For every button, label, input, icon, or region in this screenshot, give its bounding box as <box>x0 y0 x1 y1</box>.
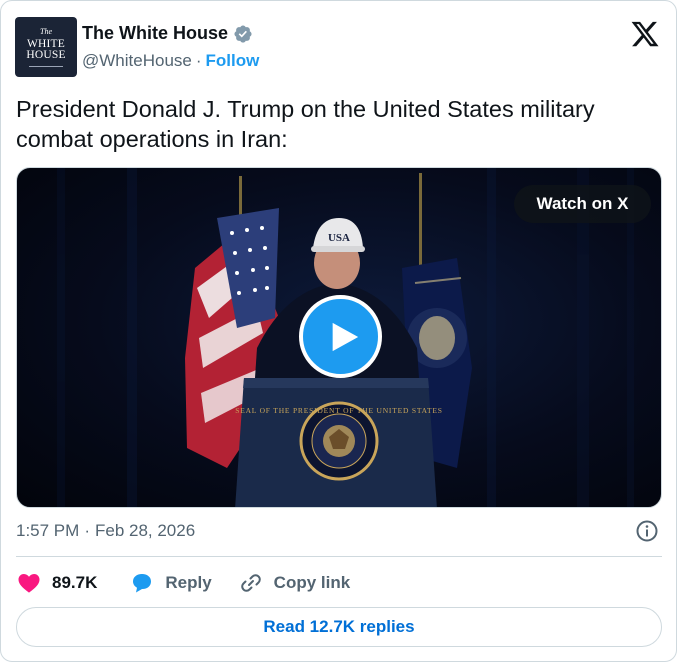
timestamp[interactable]: 1:57 PM · Feb 28, 2026 <box>16 521 195 541</box>
copy-link-label: Copy link <box>273 573 351 592</box>
handle-row: @WhiteHouse · Follow <box>82 51 259 71</box>
time-separator: · <box>84 521 90 540</box>
reply-bubble-icon <box>133 574 152 593</box>
copy-link-button[interactable]: Copy link <box>238 571 351 595</box>
play-icon <box>332 322 358 351</box>
info-icon[interactable] <box>635 519 659 543</box>
heart-icon <box>18 574 40 593</box>
tweet-time: 1:57 PM <box>16 521 80 540</box>
avatar[interactable]: The WHITE HOUSE <box>15 17 77 77</box>
video-player[interactable]: USA SEAL OF THE PRESIDENT OF THE UNITED … <box>16 167 662 508</box>
read-replies-button[interactable]: Read 12.7K replies <box>16 607 662 647</box>
play-button[interactable] <box>299 295 382 378</box>
follow-button[interactable]: Follow <box>206 51 260 71</box>
tweet-date: Feb 28, 2026 <box>94 521 196 540</box>
link-icon <box>240 574 261 592</box>
reply-label: Reply <box>165 573 212 592</box>
avatar-rule <box>29 65 63 67</box>
tweet-embed-card: The WHITE HOUSE The White House @WhiteHo… <box>0 0 677 662</box>
tweet-text: President Donald J. Trump on the United … <box>16 96 595 152</box>
like-button[interactable]: 89.7K <box>16 571 97 595</box>
action-bar: 89.7K Reply Copy link <box>16 569 350 597</box>
verified-badge-icon <box>234 24 252 43</box>
avatar-text-the: The <box>40 26 52 36</box>
seal-text: SEAL OF THE PRESIDENT OF THE UNITED STAT… <box>235 406 443 415</box>
author-handle[interactable]: @WhiteHouse <box>82 51 192 71</box>
avatar-text-house: HOUSE <box>26 49 66 61</box>
display-name[interactable]: The White House <box>82 23 228 44</box>
x-logo-icon[interactable] <box>629 19 661 49</box>
cap-text: USA <box>328 232 350 244</box>
likes-count: 89.7K <box>52 573 98 592</box>
author-name-row: The White House <box>82 23 253 44</box>
divider <box>16 556 662 557</box>
handle-separator: · <box>195 51 202 70</box>
watch-on-x-button[interactable]: Watch on X <box>514 185 651 223</box>
reply-button[interactable]: Reply <box>129 571 212 595</box>
